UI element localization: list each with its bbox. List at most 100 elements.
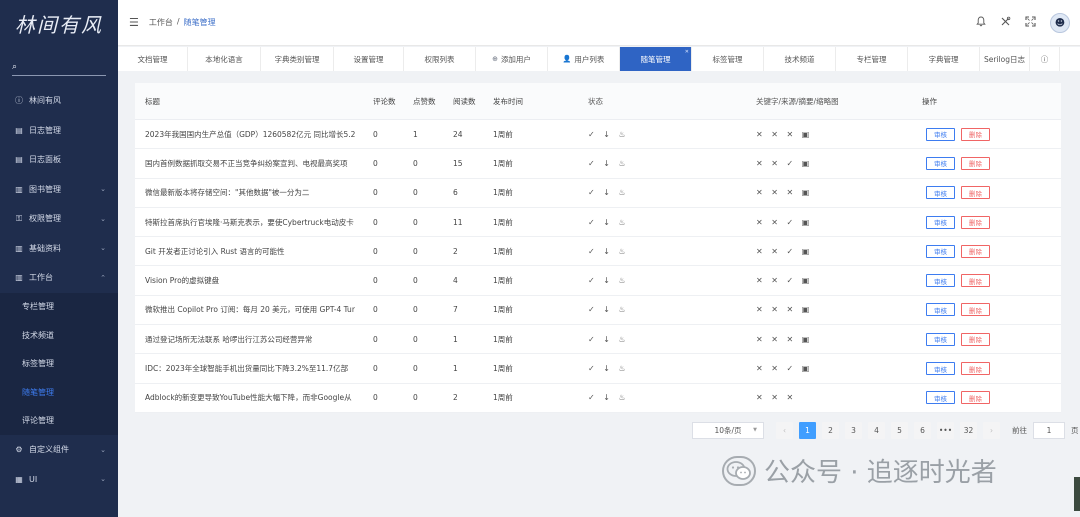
page-button[interactable]: 32 xyxy=(960,421,977,439)
tab-item[interactable]: 本地化语言 xyxy=(188,47,261,71)
sidebar-item-items3[interactable]: ▥ 图书管理 ⌄ xyxy=(0,175,118,205)
tab-item[interactable]: 文档管理 xyxy=(118,47,188,71)
goto-page-input[interactable]: 1 xyxy=(1033,421,1065,439)
sidebar-item-label: 自定义组件 xyxy=(29,445,69,455)
page-button[interactable]: 5 xyxy=(891,421,908,439)
review-button[interactable]: 审核 xyxy=(926,274,955,288)
col-likes: 点赞数 xyxy=(413,96,436,106)
tab-label: 设置管理 xyxy=(353,54,384,64)
tab-item[interactable]: 随笔管理 ✕ xyxy=(620,47,692,71)
breadcrumb-root[interactable]: 工作台 xyxy=(149,17,173,28)
review-button[interactable]: 审核 xyxy=(926,186,955,200)
review-button[interactable]: 审核 xyxy=(926,156,955,170)
comment-count: 0 xyxy=(373,305,378,315)
tab-item[interactable]: 👤 用户列表 xyxy=(548,47,620,71)
tab-item[interactable]: 字典管理 xyxy=(908,47,980,71)
sidebar-search[interactable]: ⌕ xyxy=(12,58,106,76)
fullscreen-icon[interactable] xyxy=(1025,16,1036,30)
menu-toggle-icon[interactable]: ☰ xyxy=(129,16,139,29)
post-title[interactable]: 2023年我国国内生产总值（GDP）1260582亿元 同比增长5.2 xyxy=(135,129,363,140)
sidebar-item-items5[interactable]: ▥ 基础资料 ⌄ xyxy=(0,234,118,264)
bell-icon[interactable] xyxy=(976,16,986,30)
sidebar-item-items1[interactable]: ▤ 日志管理 xyxy=(0,116,118,146)
tab-item[interactable]: Serilog日志 xyxy=(980,47,1030,71)
table-row: Adblock的新变更导致YouTube性能大幅下降，而非Google从 0 0 2 1… xyxy=(135,384,1061,413)
tab-item[interactable]: 字典类别管理 xyxy=(261,47,334,71)
delete-button[interactable]: 删除 xyxy=(961,391,990,405)
publish-time: 1周前 xyxy=(493,364,513,374)
page-button[interactable]: 3 xyxy=(845,421,862,439)
review-button[interactable]: 审核 xyxy=(926,303,955,317)
like-count: 0 xyxy=(413,188,418,198)
close-icon[interactable]: ✕ xyxy=(685,49,689,55)
review-button[interactable]: 审核 xyxy=(926,244,955,258)
post-title[interactable]: 国内首例数据抓取交易不正当竞争纠纷案宣判、电视最高奖项 xyxy=(135,158,363,169)
tools-icon[interactable] xyxy=(1000,16,1011,30)
tab-label: Serilog日志 xyxy=(984,54,1025,64)
delete-button[interactable]: 删除 xyxy=(961,244,990,258)
review-button[interactable]: 审核 xyxy=(926,332,955,346)
sidebar-subitem[interactable]: 技术频道 xyxy=(0,321,118,350)
delete-button[interactable]: 删除 xyxy=(961,156,990,170)
sidebar-item-items_bottom0[interactable]: ⚙ 自定义组件 ⌄ xyxy=(0,435,118,465)
post-title[interactable]: 微信最新版本将存储空间："其他数据"被一分为二 xyxy=(135,187,363,198)
col-reads: 阅读数 xyxy=(453,96,476,106)
delete-button[interactable]: 删除 xyxy=(961,274,990,288)
review-button[interactable]: 审核 xyxy=(926,127,955,141)
delete-button[interactable]: 删除 xyxy=(961,186,990,200)
page-size-select[interactable]: 10条/页 ▼ xyxy=(692,421,764,439)
delete-button[interactable]: 删除 xyxy=(961,303,990,317)
sidebar-item-items_bottom1[interactable]: ▦ UI ⌄ xyxy=(0,465,118,495)
menu-icon: ⚙ xyxy=(15,445,23,455)
review-button[interactable]: 审核 xyxy=(926,362,955,376)
tab-item[interactable]: 设置管理 xyxy=(334,47,404,71)
post-title[interactable]: 通过登记场所无法联系 哈啰出行江苏公司经营异常 xyxy=(135,334,363,345)
delete-button[interactable]: 删除 xyxy=(961,332,990,346)
breadcrumb-current: 随笔管理 xyxy=(183,18,216,27)
page-button[interactable]: 6 xyxy=(914,421,931,439)
tab-item[interactable]: 权限列表 xyxy=(404,47,476,71)
page-button[interactable]: 2 xyxy=(822,421,839,439)
tab-item[interactable]: 专栏管理 xyxy=(836,47,908,71)
review-button[interactable]: 审核 xyxy=(926,215,955,229)
chevron-icon: ⌄ xyxy=(100,214,106,223)
post-title[interactable]: IDC：2023年全球智能手机出货量同比下降3.2%至11.7亿部 xyxy=(135,363,363,374)
post-title[interactable]: Vision Pro的虚拟键盘 xyxy=(135,275,363,286)
sidebar-item-items0[interactable]: ⓘ 林间有风 xyxy=(0,86,118,116)
tab-label: 字典类别管理 xyxy=(274,54,320,64)
keyword-flags: ✕ ✕ ✓ ▣ xyxy=(756,276,813,286)
delete-button[interactable]: 删除 xyxy=(961,362,990,376)
chevron-icon: ⌄ xyxy=(100,244,106,253)
next-page-button[interactable]: › xyxy=(983,421,1000,439)
sidebar-subitem[interactable]: 评论管理 xyxy=(0,406,118,435)
sidebar-subitem[interactable]: 随笔管理 xyxy=(0,378,118,407)
tab-item[interactable]: 标签管理 xyxy=(692,47,764,71)
delete-button[interactable]: 删除 xyxy=(961,215,990,229)
tab-item[interactable]: ⓘ xyxy=(1030,47,1060,71)
delete-button[interactable]: 删除 xyxy=(961,127,990,141)
sidebar-subitem[interactable]: 标签管理 xyxy=(0,349,118,378)
menu-icon: ⚿ xyxy=(15,213,23,223)
sidebar-item-items6[interactable]: ▥ 工作台 ⌃ xyxy=(0,263,118,293)
tab-item[interactable]: ⊕ 添加用户 xyxy=(476,47,548,71)
sidebar-item-label: 日志管理 xyxy=(29,125,61,135)
page-unit-label: 页 xyxy=(1071,425,1079,435)
user-avatar[interactable]: ☻ xyxy=(1050,13,1070,33)
post-title[interactable]: Adblock的新变更导致YouTube性能大幅下降，而非Google从 xyxy=(135,392,363,403)
publish-time: 1周前 xyxy=(493,158,513,168)
post-title[interactable]: Git 开发者正讨论引入 Rust 语言的可能性 xyxy=(135,246,363,257)
table-row: Vision Pro的虚拟键盘 0 0 4 1周前 ✓ ↓ ♨ ✕ ✕ ✓ ▣ 审核 删除 xyxy=(135,266,1061,296)
menu-icon: ⓘ xyxy=(15,96,23,106)
review-button[interactable]: 审核 xyxy=(926,391,955,405)
more-pages-button[interactable]: ••• xyxy=(937,421,954,439)
post-title[interactable]: 微软推出 Copilot Pro 订阅：每月 20 美元，可使用 GPT-4 T… xyxy=(135,304,363,315)
prev-page-button[interactable]: ‹ xyxy=(776,421,793,439)
sidebar-item-items4[interactable]: ⚿ 权限管理 ⌄ xyxy=(0,204,118,234)
col-comments: 评论数 xyxy=(373,96,396,106)
page-button[interactable]: 1 xyxy=(799,421,816,439)
sidebar-subitem[interactable]: 专栏管理 xyxy=(0,292,118,321)
post-title[interactable]: 特斯拉首席执行官埃隆·马斯克表示，要使Cybertruck电动皮卡 xyxy=(135,217,363,228)
page-button[interactable]: 4 xyxy=(868,421,885,439)
sidebar-item-items2[interactable]: ▤ 日志面板 xyxy=(0,145,118,175)
tab-item[interactable]: 技术频道 xyxy=(764,47,836,71)
